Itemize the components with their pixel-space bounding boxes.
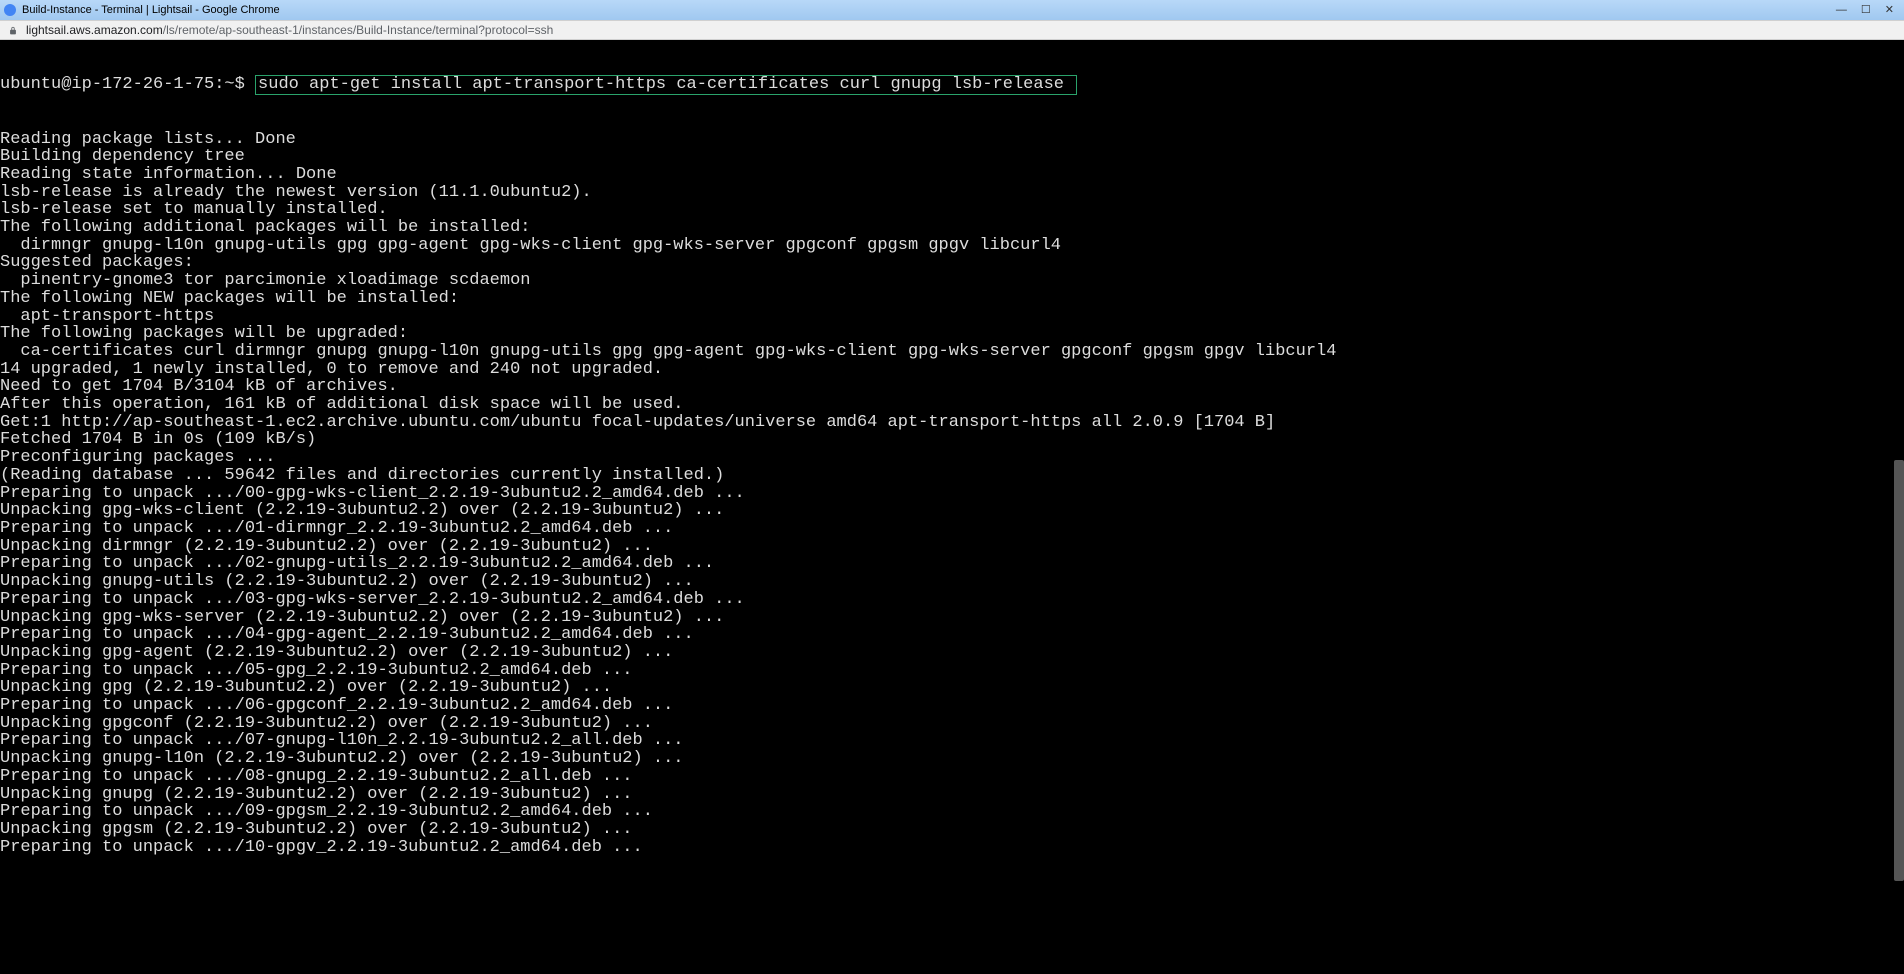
terminal-line: pinentry-gnome3 tor parcimonie xloadimag… [0, 272, 1904, 290]
lock-icon [8, 25, 18, 35]
terminal-line: After this operation, 161 kB of addition… [0, 396, 1904, 414]
terminal-line: (Reading database ... 59642 files and di… [0, 467, 1904, 485]
url-domain: lightsail.aws.amazon.com [26, 23, 163, 37]
terminal-line: Preparing to unpack .../02-gnupg-utils_2… [0, 555, 1904, 573]
terminal-line: The following NEW packages will be insta… [0, 290, 1904, 308]
terminal-line: Unpacking gpgsm (2.2.19-3ubuntu2.2) over… [0, 821, 1904, 839]
terminal-line: Preparing to unpack .../10-gpgv_2.2.19-3… [0, 839, 1904, 857]
terminal-line: Unpacking gpg-wks-server (2.2.19-3ubuntu… [0, 609, 1904, 627]
url-path: /ls/remote/ap-southeast-1/instances/Buil… [163, 23, 554, 37]
minimize-button[interactable]: — [1836, 5, 1847, 16]
window-controls: — ☐ ✕ [1836, 5, 1900, 16]
terminal-line: Preparing to unpack .../06-gpgconf_2.2.1… [0, 697, 1904, 715]
scrollbar-thumb[interactable] [1894, 460, 1904, 880]
terminal-line: Reading package lists... Done [0, 131, 1904, 149]
terminal-line: Preparing to unpack .../08-gnupg_2.2.19-… [0, 768, 1904, 786]
terminal-line: Preparing to unpack .../03-gpg-wks-serve… [0, 591, 1904, 609]
terminal-line: apt-transport-https [0, 308, 1904, 326]
terminal-line: Unpacking gnupg-l10n (2.2.19-3ubuntu2.2)… [0, 750, 1904, 768]
address-bar[interactable]: lightsail.aws.amazon.com/ls/remote/ap-so… [0, 20, 1904, 40]
terminal-line: dirmngr gnupg-l10n gnupg-utils gpg gpg-a… [0, 237, 1904, 255]
terminal-line: Reading state information... Done [0, 166, 1904, 184]
window-titlebar: Build-Instance - Terminal | Lightsail - … [0, 0, 1904, 20]
terminal-line: Need to get 1704 B/3104 kB of archives. [0, 378, 1904, 396]
terminal-viewport[interactable]: ubuntu@ip-172-26-1-75:~$ sudo apt-get in… [0, 40, 1904, 974]
chrome-favicon-icon [4, 4, 16, 16]
terminal-line: Building dependency tree [0, 148, 1904, 166]
terminal-line: The following packages will be upgraded: [0, 325, 1904, 343]
terminal-line: Preparing to unpack .../05-gpg_2.2.19-3u… [0, 662, 1904, 680]
terminal-line: Unpacking dirmngr (2.2.19-3ubuntu2.2) ov… [0, 538, 1904, 556]
terminal-line: Suggested packages: [0, 254, 1904, 272]
url-text[interactable]: lightsail.aws.amazon.com/ls/remote/ap-so… [26, 23, 1896, 37]
terminal-line: 14 upgraded, 1 newly installed, 0 to rem… [0, 361, 1904, 379]
terminal-line: lsb-release set to manually installed. [0, 201, 1904, 219]
terminal-line: Unpacking gpgconf (2.2.19-3ubuntu2.2) ov… [0, 715, 1904, 733]
terminal-line: Unpacking gpg-agent (2.2.19-3ubuntu2.2) … [0, 644, 1904, 662]
terminal-line: Unpacking gpg (2.2.19-3ubuntu2.2) over (… [0, 679, 1904, 697]
terminal-line: Preparing to unpack .../07-gnupg-l10n_2.… [0, 732, 1904, 750]
terminal-line: Unpacking gnupg (2.2.19-3ubuntu2.2) over… [0, 786, 1904, 804]
terminal-line: ca-certificates curl dirmngr gnupg gnupg… [0, 343, 1904, 361]
maximize-button[interactable]: ☐ [1861, 5, 1871, 16]
close-button[interactable]: ✕ [1885, 5, 1894, 16]
terminal-line: Preparing to unpack .../00-gpg-wks-clien… [0, 485, 1904, 503]
shell-prompt: ubuntu@ip-172-26-1-75:~$ [0, 75, 255, 94]
terminal-line: Preparing to unpack .../09-gpgsm_2.2.19-… [0, 803, 1904, 821]
terminal-line: Get:1 http://ap-southeast-1.ec2.archive.… [0, 414, 1904, 432]
terminal-line: The following additional packages will b… [0, 219, 1904, 237]
terminal-line: Unpacking gpg-wks-client (2.2.19-3ubuntu… [0, 502, 1904, 520]
prompt-line: ubuntu@ip-172-26-1-75:~$ sudo apt-get in… [0, 75, 1904, 95]
terminal-line: Preparing to unpack .../01-dirmngr_2.2.1… [0, 520, 1904, 538]
terminal-line: Preconfiguring packages ... [0, 449, 1904, 467]
terminal-scrollbar[interactable] [1894, 40, 1904, 974]
window-title: Build-Instance - Terminal | Lightsail - … [22, 4, 1836, 16]
terminal-line: lsb-release is already the newest versio… [0, 184, 1904, 202]
terminal-line: Preparing to unpack .../04-gpg-agent_2.2… [0, 626, 1904, 644]
terminal-line: Unpacking gnupg-utils (2.2.19-3ubuntu2.2… [0, 573, 1904, 591]
command-selection[interactable]: sudo apt-get install apt-transport-https… [255, 75, 1077, 95]
terminal-line: Fetched 1704 B in 0s (109 kB/s) [0, 431, 1904, 449]
terminal-output: Reading package lists... DoneBuilding de… [0, 131, 1904, 857]
